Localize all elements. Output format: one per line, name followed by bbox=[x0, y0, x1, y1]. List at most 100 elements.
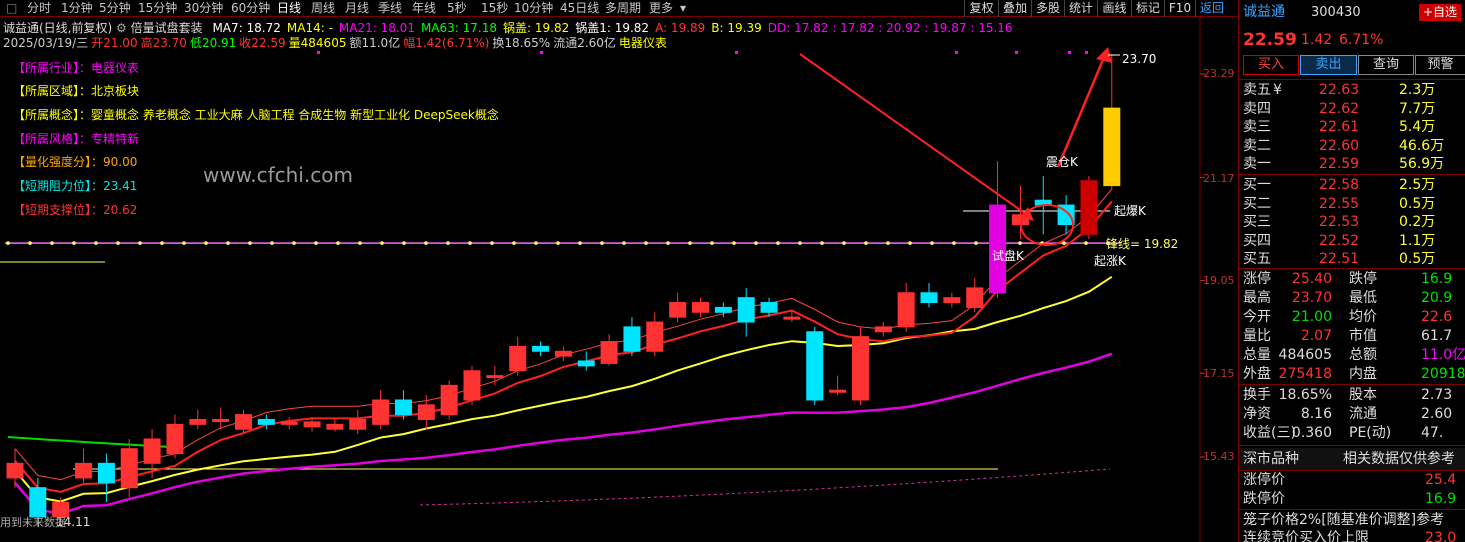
market-note: 相关数据仅供参考 bbox=[1343, 451, 1455, 467]
info-label: 【短期支撑位】： bbox=[13, 203, 104, 217]
more-caret-icon[interactable]: ▾ bbox=[680, 0, 686, 17]
kline-chart[interactable]: 诚益通(日线,前复权) ⚙ 倍量试盘套装 MA7: 18.72 MA14: - MA… bbox=[0, 17, 1237, 542]
fund-row: 净资 8.16 流通 2.60 bbox=[1239, 405, 1465, 424]
ohlc-field-0: 2025/03/19/三 bbox=[3, 36, 89, 50]
fund-label: 净资 bbox=[1243, 406, 1271, 422]
candle-body bbox=[577, 360, 595, 367]
period-tab-9[interactable]: 季线 bbox=[378, 0, 402, 17]
info-line-3: 【所属风格】：专精特新 bbox=[13, 130, 139, 147]
layout-icon[interactable]: □ bbox=[6, 0, 17, 17]
toolbar-button-2[interactable]: 多股 bbox=[1031, 0, 1064, 17]
fengxian-dot bbox=[182, 241, 186, 245]
fund-value: 0.360 bbox=[1291, 425, 1332, 441]
toolbar-button-4[interactable]: 画线 bbox=[1097, 0, 1131, 17]
stock-code: 300430 bbox=[1311, 5, 1361, 20]
bid-row[interactable]: 买五 22.51 0.5万 bbox=[1239, 250, 1465, 269]
fengxian-dot bbox=[1084, 241, 1088, 245]
buy-button[interactable]: 买入 bbox=[1243, 55, 1299, 75]
fengxian-dot bbox=[72, 241, 76, 245]
bid-label: 买三 bbox=[1243, 214, 1271, 230]
candle-body bbox=[920, 292, 938, 304]
y-axis-label: 15.43 bbox=[1203, 450, 1235, 463]
signal-dot bbox=[1015, 51, 1018, 54]
period-tab-5[interactable]: 60分钟 bbox=[231, 0, 270, 17]
ask-row[interactable]: 卖三 22.61 5.4万 bbox=[1239, 118, 1465, 137]
ask-row[interactable]: 卖二 22.60 46.6万 bbox=[1239, 137, 1465, 156]
ohlc-field-2: 高23.70 bbox=[140, 36, 187, 50]
y-axis-label: 17.15 bbox=[1203, 367, 1235, 380]
period-tab-4[interactable]: 30分钟 bbox=[184, 0, 223, 17]
bid-row[interactable]: 买四 22.52 1.1万 bbox=[1239, 232, 1465, 251]
info-label: 【所属风格】： bbox=[13, 132, 92, 146]
candle-body bbox=[440, 384, 458, 416]
candle-body bbox=[851, 336, 869, 401]
info-label: 【所属行业】： bbox=[13, 61, 92, 75]
period-tab-6[interactable]: 日线 bbox=[277, 0, 301, 17]
period-tab-3[interactable]: 15分钟 bbox=[138, 0, 177, 17]
ask-label: 卖五 bbox=[1243, 82, 1271, 98]
bid-row[interactable]: 买一 22.58 2.5万 bbox=[1239, 176, 1465, 195]
toolbar-button-7[interactable]: 返回 bbox=[1195, 0, 1228, 17]
bid-row[interactable]: 买二 22.55 0.5万 bbox=[1239, 195, 1465, 214]
info-value: 90.00 bbox=[103, 155, 138, 169]
toolbar-button-5[interactable]: 标记 bbox=[1131, 0, 1164, 17]
ask-row[interactable]: 卖一 22.59 56.9万 bbox=[1239, 155, 1465, 174]
period-tab-2[interactable]: 5分钟 bbox=[99, 0, 131, 17]
fund-label: PE(动) bbox=[1349, 425, 1392, 441]
bid-row[interactable]: 买三 22.53 0.2万 bbox=[1239, 213, 1465, 232]
market-title: 深市品种 bbox=[1243, 451, 1299, 467]
ohlc-field-4: 收22.59 bbox=[239, 36, 286, 50]
add-watch-button[interactable]: +自选 bbox=[1419, 4, 1462, 21]
stat-value: 11.0亿 bbox=[1421, 347, 1465, 363]
fengxian-dot bbox=[160, 241, 164, 245]
info-line-4: 【量化强度分】：90.00 bbox=[13, 153, 137, 170]
query-button[interactable]: 查询 bbox=[1358, 55, 1414, 75]
bid-volume: 0.5万 bbox=[1399, 195, 1436, 212]
ask-volume: 5.4万 bbox=[1399, 119, 1436, 135]
y-axis-label: 21.17 bbox=[1203, 172, 1235, 185]
candle-body bbox=[646, 321, 664, 352]
fund-label: 收益(三) bbox=[1243, 425, 1296, 441]
toolbar-button-6[interactable]: F10 bbox=[1164, 0, 1195, 17]
fengxian-dot bbox=[952, 241, 956, 245]
ask-row[interactable]: 卖四 22.62 7.7万 bbox=[1239, 100, 1465, 119]
indicator-name[interactable]: 倍量试盘套装 bbox=[131, 21, 203, 35]
period-tab-16[interactable]: 更多 bbox=[649, 0, 673, 17]
fengxian-dot bbox=[94, 241, 98, 245]
stat-value: 20918 bbox=[1421, 366, 1465, 382]
toolbar-button-0[interactable]: 复权 bbox=[964, 0, 998, 17]
period-tab-1[interactable]: 1分钟 bbox=[61, 0, 93, 17]
stat-value: 21.00 bbox=[1291, 309, 1332, 325]
fengxian-dot bbox=[556, 241, 560, 245]
ask-label: 卖二 bbox=[1243, 137, 1271, 154]
ask-volume: 46.6万 bbox=[1399, 137, 1445, 154]
toolbar-button-3[interactable]: 统计 bbox=[1064, 0, 1097, 17]
chart-title: 诚益通(日线,前复权) bbox=[3, 21, 113, 35]
ask-label: 卖三 bbox=[1243, 119, 1271, 135]
toolbar-button-1[interactable]: 叠加 bbox=[998, 0, 1031, 17]
period-tab-15[interactable]: 多周期 bbox=[605, 0, 641, 17]
ask-price: 22.63 bbox=[1319, 82, 1360, 98]
info-label: 【短期阻力位】： bbox=[13, 179, 104, 193]
fengxian-dot bbox=[666, 241, 670, 245]
period-tab-0[interactable]: 分时 bbox=[27, 0, 51, 17]
period-tab-8[interactable]: 月线 bbox=[345, 0, 369, 17]
fund-label: 流通 bbox=[1349, 406, 1377, 422]
alert-button[interactable]: 预警 bbox=[1415, 55, 1465, 75]
period-tab-10[interactable]: 年线 bbox=[412, 0, 436, 17]
stat-row: 涨停 25.40 跌停 16.9 bbox=[1239, 270, 1465, 289]
fengxian-dot bbox=[28, 241, 32, 245]
ask-label: 卖一 bbox=[1243, 156, 1271, 172]
fengxian-dot bbox=[798, 241, 802, 245]
period-tab-13[interactable]: 10分钟 bbox=[514, 0, 553, 17]
period-tab-11[interactable]: 5秒 bbox=[447, 0, 467, 17]
sell-button[interactable]: 卖出 bbox=[1300, 55, 1357, 75]
fund-value: 47. bbox=[1421, 425, 1444, 441]
period-tab-7[interactable]: 周线 bbox=[311, 0, 335, 17]
period-tab-14[interactable]: 45日线 bbox=[560, 0, 599, 17]
gear-icon[interactable]: ⚙ bbox=[116, 21, 127, 35]
ohlc-field-6: 额11.0亿 bbox=[349, 36, 401, 50]
bid-price: 22.58 bbox=[1319, 177, 1360, 193]
ask-row[interactable]: 卖五 ¥22.63 2.3万 bbox=[1239, 81, 1465, 100]
period-tab-12[interactable]: 15秒 bbox=[481, 0, 508, 17]
